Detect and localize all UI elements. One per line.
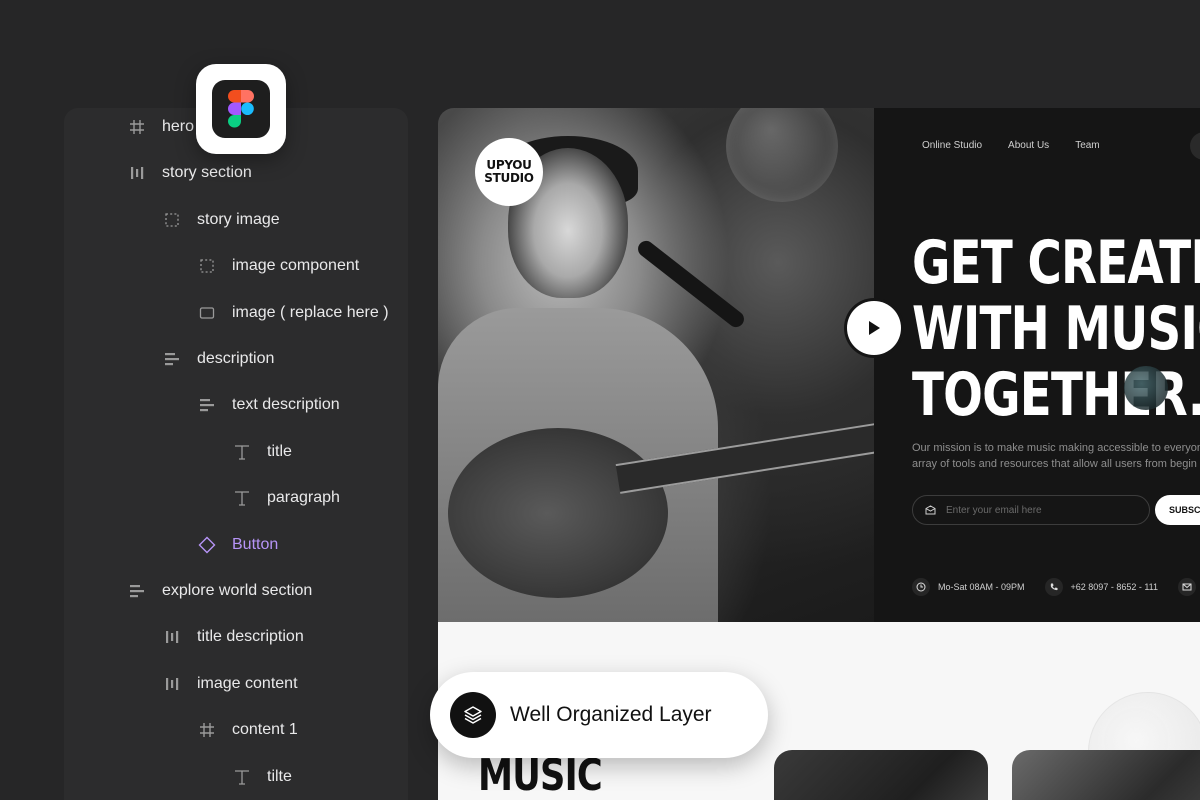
hours-item: Mo-Sat 08AM - 09PM (912, 578, 1025, 596)
hero-text-panel: Online Studio About Us Team GET CREATIVE… (874, 108, 1200, 622)
layer-row[interactable]: hero (126, 114, 194, 140)
text-t-icon (231, 487, 253, 509)
envelope-icon (1178, 578, 1197, 596)
nav-cta-button[interactable] (1190, 132, 1200, 160)
component-diamond-icon (196, 534, 218, 556)
studio-logo[interactable]: UPYOU STUDIO (475, 138, 543, 206)
layer-row[interactable]: image content (161, 671, 298, 697)
feature-badge-label: Well Organized Layer (510, 703, 712, 726)
layer-label: title description (197, 628, 304, 646)
content-image-1[interactable] (774, 750, 988, 800)
layer-row[interactable]: content 1 (196, 717, 298, 743)
layer-label: description (197, 350, 275, 367)
hero-paragraph-line1: Our mission is to make music making acce… (912, 442, 1200, 454)
nav-about-us[interactable]: About Us (1008, 140, 1049, 151)
email-placeholder: Enter your email here (946, 504, 1042, 516)
layer-row[interactable]: text description (196, 392, 340, 418)
teal-orb-decoration (1124, 366, 1168, 410)
layer-row[interactable]: description (161, 346, 274, 372)
frame-hash-icon (196, 719, 218, 741)
nav-online-studio[interactable]: Online Studio (922, 140, 982, 151)
clock-icon (912, 578, 930, 596)
layer-label: story image (197, 210, 280, 228)
figma-logo-badge (196, 64, 286, 154)
hours-text: Mo-Sat 08AM - 09PM (938, 582, 1025, 592)
subscribe-button[interactable]: SUBSCRI (1155, 495, 1200, 525)
frame-hash-icon (126, 116, 148, 138)
top-nav: Online Studio About Us Team (922, 140, 1100, 151)
layer-row[interactable]: image ( replace here ) (196, 300, 389, 326)
hero-paragraph-line2: array of tools and resources that allow … (912, 458, 1197, 470)
rows-layout-icon (196, 394, 218, 416)
text-t-icon (231, 441, 253, 463)
layer-label: hero (162, 118, 195, 135)
layer-row[interactable]: story section (126, 160, 252, 186)
layers-panel: hero story section story image image compon… (64, 108, 408, 800)
feature-badge: Well Organized Layer (430, 672, 768, 758)
layer-label: title (267, 442, 292, 460)
phone-icon (1044, 578, 1063, 596)
email-contact-item: info (1178, 578, 1200, 596)
nav-team[interactable]: Team (1075, 140, 1099, 151)
layer-row[interactable]: Button (196, 532, 278, 558)
hero-title-line1: GET CREATIVE (912, 228, 1200, 298)
layer-row[interactable]: paragraph (231, 485, 340, 511)
studio-logo-line2: STUDIO (484, 171, 534, 185)
hero-photo: UPYOU STUDIO (438, 108, 888, 628)
layer-row[interactable]: title description (161, 624, 304, 650)
glass-orb-decoration (726, 108, 838, 202)
hero-title-line2: WITH MUSIC. (912, 294, 1200, 364)
play-button[interactable] (847, 301, 901, 355)
layer-row[interactable]: tilte (231, 764, 292, 790)
layer-label: content 1 (232, 721, 298, 739)
figma-icon (212, 80, 270, 138)
layer-row[interactable]: title (231, 439, 292, 465)
phone-item: +62 8097 - 8652 - 111 (1044, 578, 1159, 596)
layer-label: paragraph (267, 489, 340, 507)
layer-label: Button (232, 535, 279, 553)
layer-label: image component (232, 257, 360, 275)
phone-text: +62 8097 - 8652 - 111 (1070, 582, 1159, 592)
layer-label: tilte (267, 767, 292, 785)
rows-layout-icon (126, 580, 148, 602)
hero-paragraph: Our mission is to make music making acce… (912, 440, 1200, 472)
layer-label: story section (162, 164, 252, 182)
layer-row[interactable]: story image (161, 207, 280, 233)
columns-layout-icon (161, 673, 183, 695)
columns-layout-icon (126, 162, 148, 184)
contact-row: Mo-Sat 08AM - 09PM +62 8097 - 8652 - 111… (912, 578, 1200, 596)
mail-icon (925, 505, 936, 515)
rectangle-icon (196, 302, 218, 324)
layer-label: image ( replace here ) (232, 303, 389, 321)
play-icon (869, 321, 880, 335)
dashed-frame-icon (196, 255, 218, 277)
layer-row[interactable]: explore world section (126, 578, 312, 604)
layer-label: explore world section (162, 582, 313, 599)
content-image-2[interactable] (1012, 750, 1200, 800)
dashed-frame-icon (161, 209, 183, 231)
text-t-icon (231, 766, 253, 788)
rows-layout-icon (161, 348, 183, 370)
layer-label: text description (232, 396, 340, 414)
layers-stack-icon (450, 692, 496, 738)
email-input[interactable]: Enter your email here (912, 495, 1150, 525)
columns-layout-icon (161, 626, 183, 648)
layer-label: image content (197, 674, 298, 692)
layer-row[interactable]: image component (196, 253, 359, 279)
